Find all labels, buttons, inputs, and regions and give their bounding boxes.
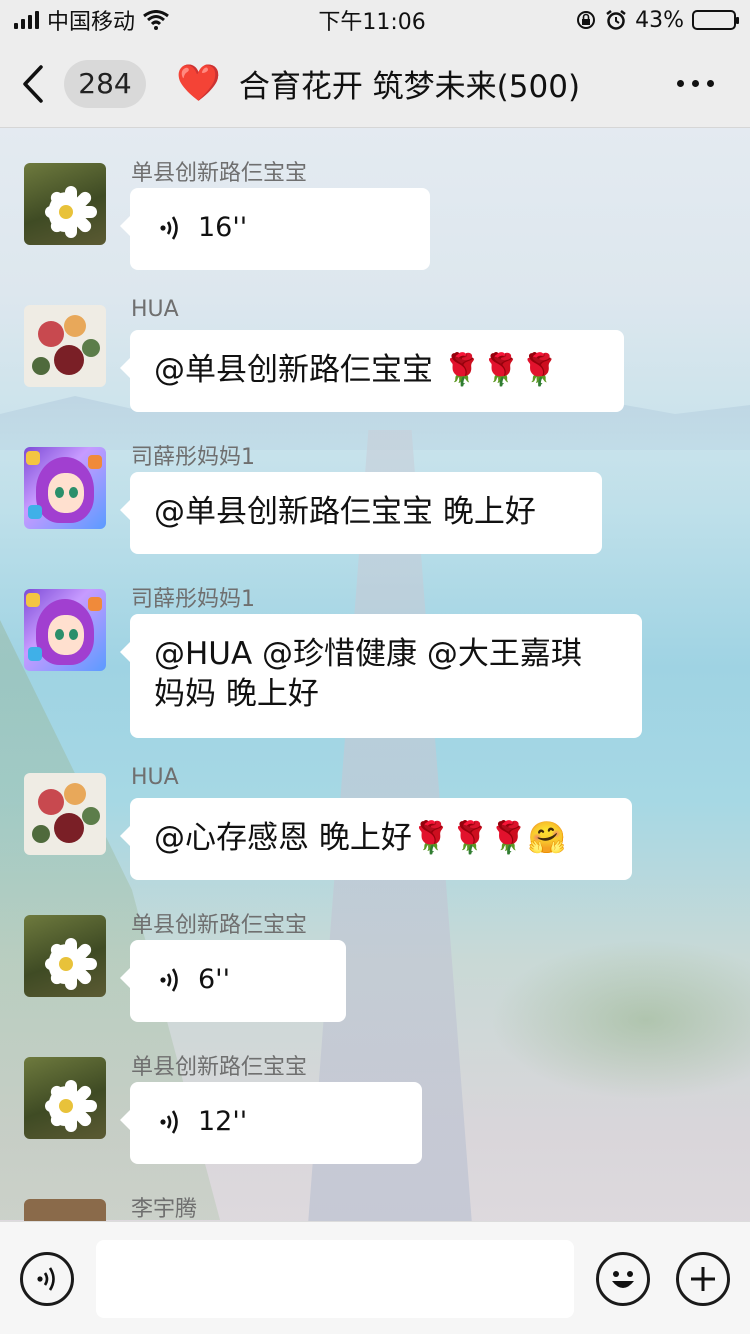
voice-message-bubble[interactable]: 12'' bbox=[120, 1082, 422, 1164]
avatar[interactable] bbox=[24, 773, 106, 855]
avatar[interactable] bbox=[24, 589, 106, 671]
message-text: @单县创新路仨宝宝 晚上好 bbox=[154, 494, 536, 530]
carrier-name: 中国移动 bbox=[47, 10, 136, 35]
battery-icon bbox=[691, 10, 739, 30]
voice-input-button[interactable] bbox=[20, 1252, 74, 1306]
sender-name: 单县创新路仨宝宝 bbox=[131, 161, 308, 186]
orientation-lock-icon bbox=[577, 11, 596, 29]
voice-wave-icon bbox=[160, 216, 178, 240]
avatar[interactable] bbox=[24, 1199, 106, 1221]
heart-emoji: ❤️ bbox=[176, 62, 221, 104]
sender-name: 单县创新路仨宝宝 bbox=[131, 913, 308, 938]
chat-message-list[interactable]: 单县创新路仨宝宝 16'' HUA @单县创新路仨宝宝 🌹🌹🌹 司薛彤妈妈1 @… bbox=[0, 129, 750, 1221]
message-text-line: @HUA @珍惜健康 @大王嘉琪 bbox=[154, 636, 582, 672]
chat-header: 284 ❤️ 合育花开 筑梦未来(500) bbox=[0, 40, 750, 128]
emoji-button[interactable] bbox=[596, 1252, 650, 1306]
voice-duration: 16'' bbox=[198, 212, 248, 243]
message-text: @心存感恩 晚上好🌹🌹🌹🤗 bbox=[154, 820, 567, 856]
voice-message-bubble[interactable]: 6'' bbox=[120, 940, 346, 1022]
status-time: 下午11:06 bbox=[318, 10, 426, 35]
text-message-bubble[interactable]: @心存感恩 晚上好🌹🌹🌹🤗 bbox=[120, 798, 632, 880]
chat-title[interactable]: ❤️ 合育花开 筑梦未来(500) bbox=[176, 61, 580, 106]
input-bar bbox=[0, 1221, 750, 1334]
sender-name: 司薛彤妈妈1 bbox=[131, 445, 255, 470]
sender-name: HUA bbox=[131, 297, 179, 322]
avatar[interactable] bbox=[24, 163, 106, 245]
voice-wave-icon bbox=[160, 968, 178, 992]
avatar[interactable] bbox=[24, 1057, 106, 1139]
alarm-icon bbox=[606, 10, 626, 30]
battery-percent: 43% bbox=[635, 7, 684, 33]
message-text-line: 妈妈 晚上好 bbox=[154, 676, 319, 712]
wifi-icon bbox=[143, 10, 169, 30]
sender-name: 李宇腾 bbox=[131, 1197, 198, 1221]
plus-button[interactable] bbox=[676, 1252, 730, 1306]
avatar[interactable] bbox=[24, 915, 106, 997]
text-message-bubble[interactable]: @单县创新路仨宝宝 🌹🌹🌹 bbox=[120, 330, 624, 412]
emoji-icon bbox=[612, 1271, 634, 1288]
text-message-bubble[interactable]: @单县创新路仨宝宝 晚上好 bbox=[120, 472, 602, 554]
back-chevron-icon bbox=[23, 64, 43, 103]
signal-icon bbox=[14, 11, 39, 29]
chat-title-text: 合育花开 筑梦未来(500) bbox=[238, 69, 581, 105]
avatar[interactable] bbox=[24, 305, 106, 387]
status-bar: 中国移动 下午11:06 43% bbox=[0, 0, 750, 40]
sender-name: 司薛彤妈妈1 bbox=[131, 587, 255, 612]
plus-icon bbox=[691, 1267, 715, 1291]
message-text: @单县创新路仨宝宝 🌹🌹🌹 bbox=[154, 352, 559, 388]
avatar[interactable] bbox=[24, 447, 106, 529]
message-input[interactable] bbox=[96, 1240, 574, 1318]
more-dots-icon[interactable] bbox=[677, 68, 714, 98]
voice-input-icon bbox=[37, 1267, 55, 1291]
text-message-bubble[interactable]: @HUA @珍惜健康 @大王嘉琪 妈妈 晚上好 bbox=[120, 614, 642, 738]
voice-duration: 6'' bbox=[198, 964, 231, 995]
back-button[interactable] bbox=[22, 54, 58, 114]
voice-wave-icon bbox=[160, 1110, 178, 1134]
voice-message-bubble[interactable]: 16'' bbox=[120, 188, 430, 270]
unread-count-badge[interactable]: 284 bbox=[64, 59, 146, 108]
voice-duration: 12'' bbox=[198, 1106, 248, 1137]
sender-name: HUA bbox=[131, 765, 179, 790]
sender-name: 单县创新路仨宝宝 bbox=[131, 1055, 308, 1080]
